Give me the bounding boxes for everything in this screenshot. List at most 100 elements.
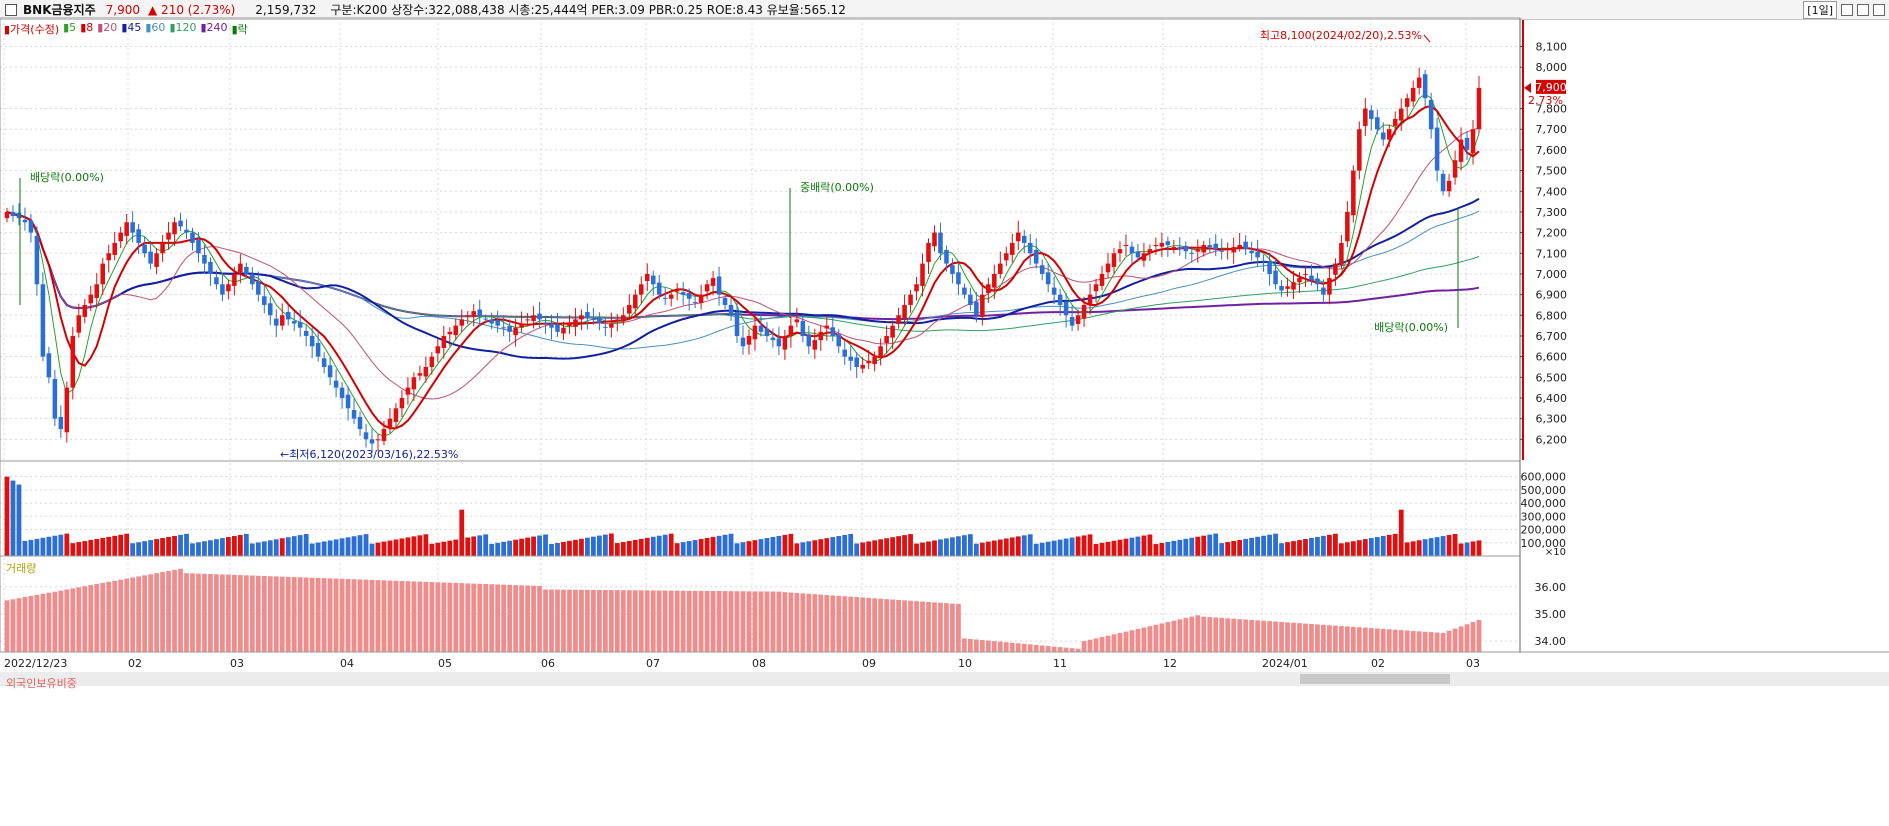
volume-bar bbox=[76, 542, 82, 556]
volume-bar bbox=[543, 534, 548, 556]
volume-bar bbox=[1368, 538, 1374, 556]
volume-bar bbox=[704, 537, 710, 556]
candle-body bbox=[1357, 129, 1362, 171]
foreign-tick-label: 35.00 bbox=[1535, 608, 1567, 621]
candle-body bbox=[561, 327, 566, 334]
candle-body bbox=[1303, 273, 1308, 275]
volume-bar bbox=[202, 541, 207, 556]
foreign-bar bbox=[680, 590, 686, 652]
candle-body bbox=[453, 325, 459, 336]
foreign-bar bbox=[770, 591, 776, 652]
candle-body bbox=[1476, 87, 1482, 130]
foreign-bar bbox=[495, 584, 501, 652]
volume-bar bbox=[1081, 535, 1087, 556]
volume-bar bbox=[477, 535, 483, 556]
foreign-bar bbox=[423, 581, 429, 652]
candle-body bbox=[303, 331, 309, 336]
candle-body bbox=[381, 428, 387, 441]
candle-body bbox=[513, 327, 518, 336]
foreign-bar bbox=[1422, 631, 1428, 652]
foreign-bar bbox=[405, 581, 411, 652]
foreign-bar bbox=[902, 600, 907, 652]
candle-body bbox=[1231, 247, 1236, 253]
candle-body bbox=[76, 315, 82, 333]
candle-body bbox=[399, 397, 405, 409]
volume-bar bbox=[1171, 540, 1177, 556]
foreign-bar bbox=[1117, 632, 1123, 652]
candle-body bbox=[405, 387, 411, 395]
foreign-bar bbox=[956, 604, 961, 652]
candle-body bbox=[908, 294, 913, 305]
foreign-bar bbox=[321, 578, 327, 652]
stock-chart[interactable]: 6,200 6,300 6,400 6,500 6,600 6,700 6,800 6,900… bbox=[0, 0, 1889, 826]
foreign-bar bbox=[1267, 621, 1272, 652]
candle-body bbox=[633, 294, 638, 309]
foreign-bar bbox=[602, 590, 608, 652]
candle-body bbox=[627, 304, 632, 314]
price-tick-label: 7,100 bbox=[1536, 247, 1568, 260]
volume-bar bbox=[997, 539, 1003, 556]
foreign-bar bbox=[399, 580, 405, 652]
candle-body bbox=[938, 232, 943, 254]
volume-bar bbox=[1183, 538, 1189, 556]
foreign-bar bbox=[1129, 630, 1135, 652]
volume-bar bbox=[1153, 544, 1159, 556]
volume-bar bbox=[890, 537, 895, 556]
div3-annotation: 배당락(0.00%) bbox=[1374, 321, 1448, 334]
candle-body bbox=[1087, 294, 1093, 305]
foreign-bar bbox=[345, 579, 351, 652]
candle-body bbox=[184, 229, 189, 233]
volume-bar bbox=[172, 535, 177, 556]
foreign-bar bbox=[710, 590, 716, 652]
foreign-bar bbox=[746, 591, 752, 652]
volume-bar bbox=[124, 533, 130, 556]
foreign-bar bbox=[387, 580, 393, 652]
candle-body bbox=[1027, 242, 1033, 254]
volume-bar bbox=[220, 538, 225, 556]
volume-bar bbox=[160, 538, 165, 556]
candle-body bbox=[250, 273, 255, 285]
foreign-bar bbox=[1261, 620, 1266, 652]
volume-bar bbox=[1147, 534, 1153, 556]
candle-body bbox=[597, 317, 602, 324]
volume-tick-label: 200,000 bbox=[1521, 524, 1567, 537]
foreign-bar bbox=[202, 573, 207, 652]
foreign-bar bbox=[1470, 622, 1476, 652]
x-tick-label: 11 bbox=[1053, 657, 1067, 670]
foreign-bar bbox=[740, 591, 746, 652]
candle-body bbox=[1452, 160, 1458, 178]
x-tick-label: 04 bbox=[340, 657, 354, 670]
foreign-bar bbox=[1207, 617, 1213, 652]
candle-body bbox=[615, 319, 620, 321]
candle-body bbox=[1410, 87, 1416, 102]
volume-bar bbox=[991, 540, 997, 556]
volume-bar bbox=[1123, 538, 1129, 556]
foreign-bar bbox=[166, 570, 171, 652]
foreign-bar bbox=[1051, 646, 1057, 652]
candle-body bbox=[878, 346, 883, 357]
candle-body bbox=[1141, 253, 1147, 261]
volume-bar bbox=[112, 535, 118, 556]
candle-body bbox=[1470, 129, 1476, 154]
candle-body bbox=[1261, 260, 1266, 262]
foreign-bar bbox=[1057, 647, 1063, 652]
foreign-bar bbox=[172, 569, 177, 652]
x-tick-label: 09 bbox=[862, 657, 876, 670]
candle-body bbox=[489, 319, 494, 324]
price-tick-label: 6,900 bbox=[1536, 289, 1568, 302]
candle-body bbox=[1093, 284, 1099, 292]
foreign-bar bbox=[967, 638, 973, 652]
volume-bar bbox=[938, 539, 943, 556]
foreign-bar bbox=[106, 581, 112, 652]
candle-body bbox=[441, 335, 447, 348]
candle-body bbox=[1171, 247, 1177, 249]
foreign-bar bbox=[1362, 627, 1368, 652]
volume-bar bbox=[638, 538, 644, 556]
foreign-bar bbox=[184, 573, 189, 652]
candle-body bbox=[1189, 252, 1195, 254]
volume-bar bbox=[537, 535, 542, 556]
volume-bar bbox=[1219, 543, 1225, 556]
candle-body bbox=[656, 282, 662, 295]
foreign-bar bbox=[656, 590, 662, 652]
div1-annotation: 배당락(0.00%) bbox=[30, 171, 104, 184]
